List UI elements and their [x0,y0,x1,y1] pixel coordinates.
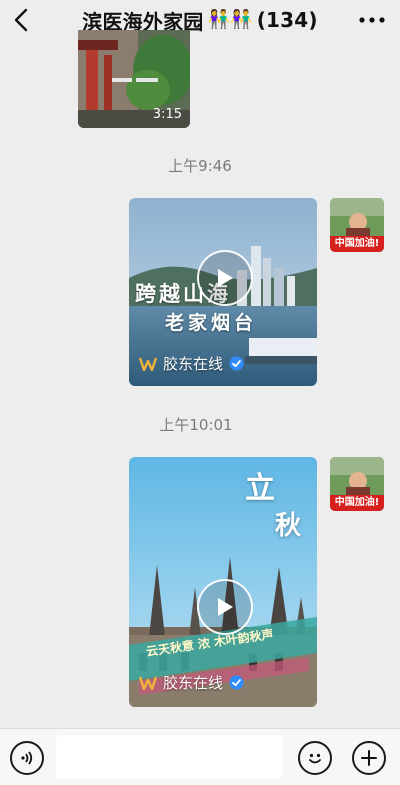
video-overlay-subtitle: 秋 [275,511,302,541]
play-icon [218,598,233,616]
member-count: (134) [256,8,318,32]
channel-name: 胶东在线 [163,674,224,692]
input-bar [0,728,400,785]
timestamp: 上午9:46 [168,157,232,175]
avatar-caption: 中国加油! [334,238,380,249]
channel-logo-icon [139,357,157,371]
avatar[interactable]: 中国加油! [330,457,384,511]
emoji-button[interactable] [298,741,332,775]
chevron-left-icon [14,8,28,32]
verified-icon [229,356,244,371]
play-icon [218,269,233,287]
voice-button[interactable] [10,741,44,775]
video-overlay-title: 立 [245,471,275,506]
play-button[interactable] [197,579,253,635]
video-message[interactable]: 立 秋 云天秋意 浓 木叶韵秋声 胶东在线 [129,457,317,707]
play-button[interactable] [197,250,253,306]
verified-icon [229,675,244,690]
message-list[interactable]: 3:15 上午9:46 跨越山海 老家烟台 胶东在线 中国加油! 上午10:01… [0,30,400,728]
plus-icon [361,750,377,766]
video-message[interactable]: 跨越山海 老家烟台 胶东在线 [129,198,317,386]
chat-header: 滨医海外家园 👫👫 (134) [0,0,400,40]
timestamp: 上午10:01 [159,416,233,434]
avatar[interactable]: 中国加油! [330,198,384,252]
channel-logo-icon [139,676,157,690]
video-message[interactable]: 3:15 [78,30,190,128]
video-duration: 3:15 [152,107,182,122]
smiley-icon [309,753,321,764]
avatar-caption: 中国加油! [334,497,380,508]
channel-tag: 胶东在线 [139,672,244,693]
back-button[interactable] [6,5,36,35]
channel-name: 胶东在线 [163,355,224,373]
add-button[interactable] [352,741,386,775]
channel-tag: 胶东在线 [139,353,244,374]
video-overlay-subtitle: 老家烟台 [165,312,258,334]
more-button[interactable] [354,6,390,34]
voice-icon [21,751,33,765]
more-dots-icon [359,17,385,23]
message-input[interactable] [56,735,282,779]
group-emoji: 👫👫 [207,9,253,30]
